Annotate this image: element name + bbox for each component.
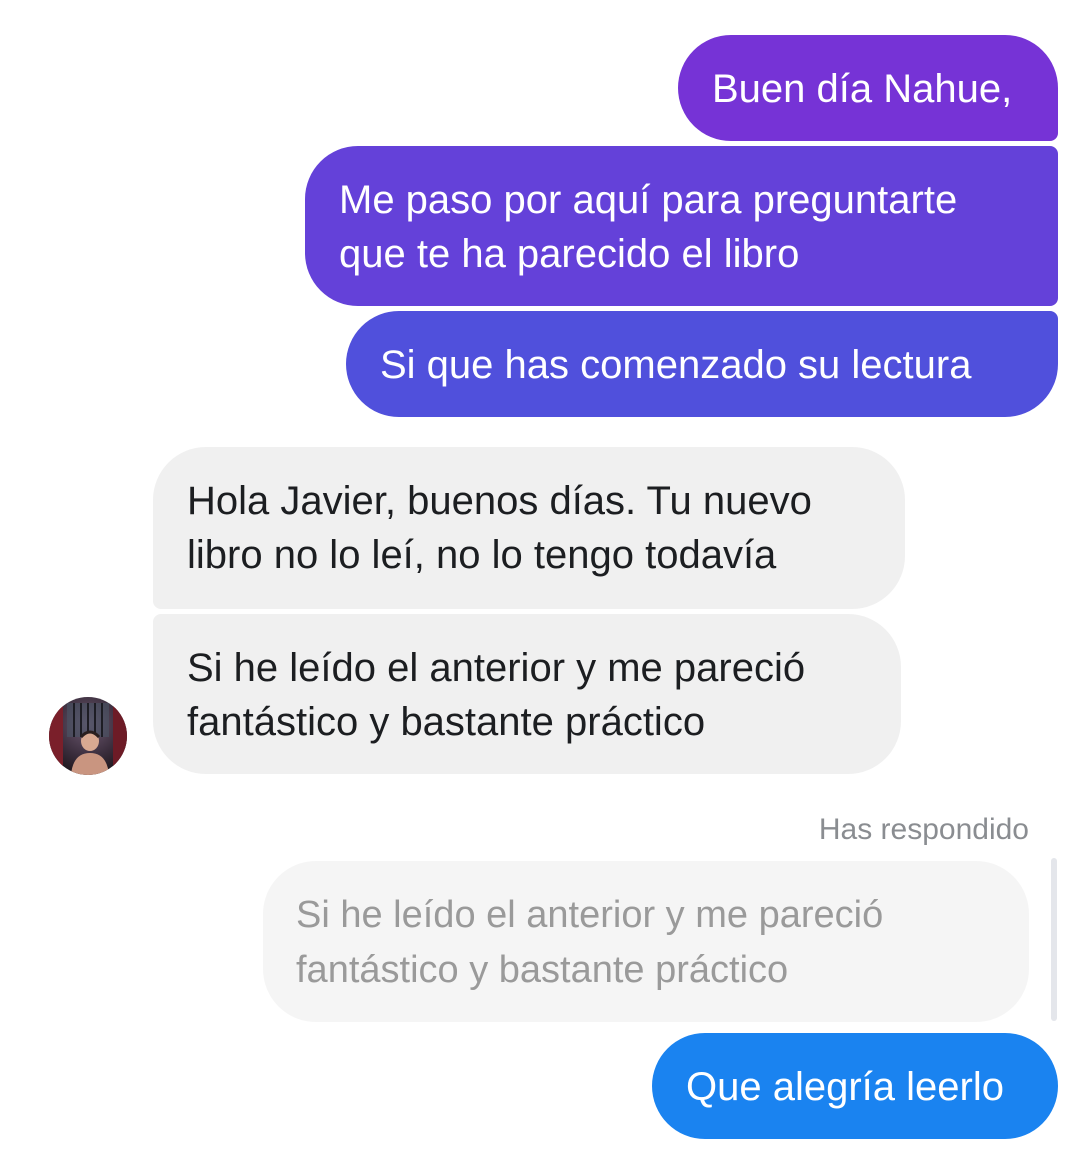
- message-line: Hola Javier, buenos días. Tu nuevo: [187, 479, 812, 523]
- message-line: fantástico y bastante práctico: [187, 700, 706, 744]
- quoted-line: Si he leído el anterior y me pareció: [296, 894, 884, 936]
- quote-bar: [1051, 858, 1057, 1021]
- message-line: Que alegría leerlo: [686, 1065, 1004, 1109]
- incoming-message[interactable]: Si he leído el anterior y me pareció fan…: [153, 614, 901, 774]
- outgoing-message[interactable]: Me paso por aquí para preguntarte que te…: [305, 146, 1058, 306]
- message-line: libro no lo leí, no lo tengo todavía: [187, 533, 777, 577]
- quoted-line: fantástico y bastante práctico: [296, 949, 789, 991]
- message-line: Si que has comenzado su lectura: [380, 343, 972, 387]
- message-line: Me paso por aquí para preguntarte: [339, 178, 958, 222]
- contact-avatar[interactable]: [49, 697, 127, 775]
- reply-indicator: Has respondido: [818, 813, 1029, 846]
- message-line: que te ha parecido el libro: [339, 232, 800, 276]
- outgoing-message[interactable]: Buen día Nahue,: [678, 35, 1058, 141]
- chat-thread: Buen día Nahue, Me paso por aquí para pr…: [0, 0, 1080, 1150]
- message-line: Si he leído el anterior y me pareció: [187, 646, 806, 690]
- quoted-message[interactable]: Si he leído el anterior y me pareció fan…: [263, 861, 1029, 1022]
- message-line: Buen día Nahue,: [712, 67, 1013, 111]
- reply-message[interactable]: Que alegría leerlo: [652, 1033, 1058, 1139]
- avatar-photo: [49, 697, 127, 775]
- incoming-message[interactable]: Hola Javier, buenos días. Tu nuevo libro…: [153, 447, 905, 609]
- outgoing-message[interactable]: Si que has comenzado su lectura: [346, 311, 1058, 417]
